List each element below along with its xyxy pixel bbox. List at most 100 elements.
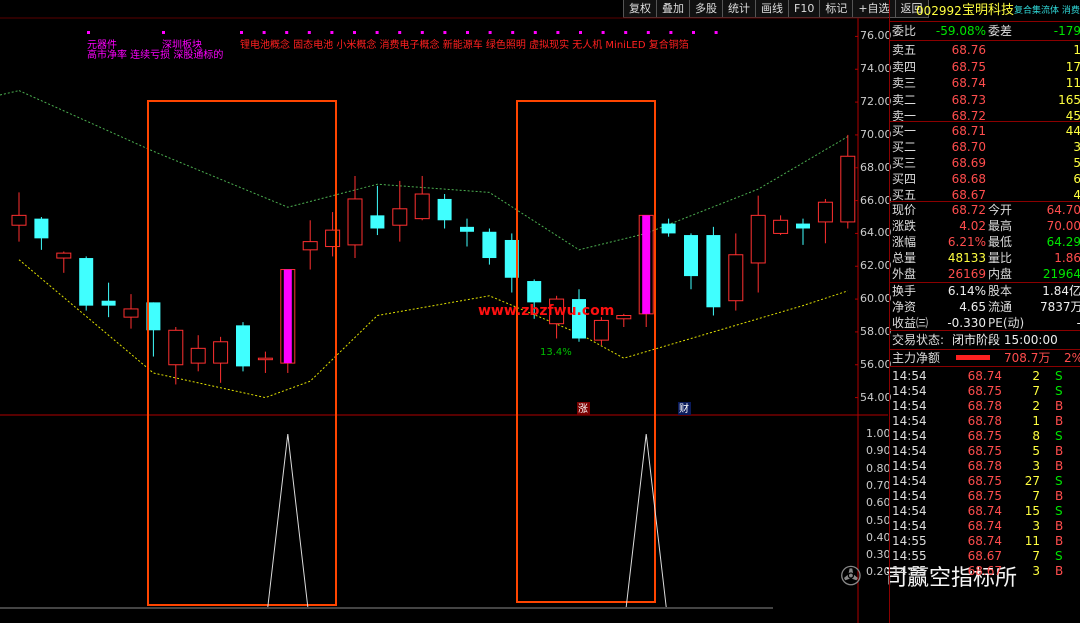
stat-row: 外盘 26169 内盘 21964 (890, 266, 1080, 282)
top-marker (511, 31, 515, 34)
stat-value: 1.86 (1054, 251, 1080, 265)
candle (101, 300, 116, 306)
stock-tag: 复合集流体 消费 (1014, 6, 1080, 16)
trade-side: S (1055, 429, 1063, 443)
top-marker (601, 31, 605, 34)
candle (370, 215, 385, 229)
ask-row: 卖四 68.75 17 (890, 59, 1080, 75)
bid-label: 买一 (892, 124, 917, 138)
trade-side: B (1055, 519, 1064, 533)
trade-row: 14:55 68.74 11 B (890, 533, 1080, 549)
trade-qty: 15 (1024, 504, 1040, 518)
stat-label: 净资 (892, 300, 917, 314)
top-marker (579, 31, 582, 34)
price-tick: 68.00 (860, 160, 892, 174)
trade-side: B (1055, 399, 1064, 413)
candle (527, 281, 542, 303)
trade-time: 14:54 (892, 369, 927, 383)
candle (392, 208, 408, 226)
candle (593, 319, 609, 341)
top-marker (420, 31, 424, 34)
candle (414, 193, 430, 220)
trade-qty: 8 (1032, 429, 1040, 443)
top-marker (375, 31, 379, 34)
indicator-tick: 1.00 (866, 427, 891, 440)
stat-value: 64.70 (1046, 203, 1080, 217)
bid-vol: 5 (1073, 156, 1080, 170)
candle (79, 258, 94, 306)
sep (890, 121, 1080, 122)
stat-row: 涨跌 4.02 最高 70.00 (890, 218, 1080, 234)
trade-row: 14:54 68.75 8 S (890, 428, 1080, 444)
trade-time: 14:55 (892, 564, 927, 578)
concept-tags-2: 高市净率 连续亏损 深股通标的 (87, 50, 224, 61)
candle (190, 347, 206, 364)
stat-label: 现价 (892, 203, 917, 217)
trade-side: B (1055, 459, 1064, 473)
trade-row: 14:55 68.67 7 S (890, 548, 1080, 564)
trade-price: 68.75 (967, 489, 1002, 503)
top-marker (669, 31, 673, 34)
top-marker (533, 31, 537, 34)
trade-price: 68.75 (967, 474, 1002, 488)
price-tick: 62.00 (860, 259, 892, 273)
candle (302, 241, 318, 251)
indicator-peak (267, 433, 309, 608)
bid-vol: 44 (1065, 124, 1080, 138)
bid-price: 68.71 (951, 124, 986, 138)
trade-time: 14:54 (892, 489, 927, 503)
trade-qty: 2 (1032, 399, 1040, 413)
bid-row: 买一 68.71 44 (890, 123, 1080, 139)
lower-band (18, 259, 848, 399)
stock-header: 002992 宝明科技 复合集流体 消费 (890, 2, 1080, 20)
candle (616, 315, 632, 320)
stat2-row: 净资 4.65 流通 7837万 (890, 299, 1080, 315)
bid-row: 买二 68.70 3 (890, 139, 1080, 155)
quote-panel: 002992 宝明科技 复合集流体 消费 委比 -59.08% 委差 -179 卖五 68.76… (889, 0, 1080, 623)
candle (750, 214, 766, 264)
candle (168, 329, 184, 366)
trade-qty: 7 (1032, 489, 1040, 503)
stat-label: 流通 (988, 300, 1013, 314)
sep (890, 40, 1080, 41)
price-tick: 72.00 (860, 95, 892, 109)
watermark-url: www.zbzfwu.com (478, 303, 614, 319)
stat-value: 48133 (947, 251, 986, 265)
trade-row: 14:54 68.74 2 S (890, 368, 1080, 384)
stat-row: 涨幅 6.21% 最低 64.29 (890, 234, 1080, 250)
pct-label: 13.4% (540, 347, 572, 358)
trade-row: 14:54 68.75 5 B (890, 443, 1080, 459)
candle (236, 325, 250, 367)
wechat-icon: ✇ (840, 562, 862, 592)
trade-price: 68.74 (967, 369, 1002, 383)
top-marker (262, 31, 266, 34)
candle (347, 198, 363, 246)
bid-vol: 3 (1073, 140, 1080, 154)
ask-vol: 1 (1073, 43, 1080, 57)
trade-row: 14:54 68.75 27 S (890, 473, 1080, 489)
candle (840, 155, 856, 223)
top-marker (624, 31, 628, 34)
main-net-row: 主力净额 708.7万 2% (890, 350, 1080, 366)
stat-label: 总量 (892, 251, 917, 265)
candle (437, 198, 452, 221)
top-marker (466, 31, 469, 34)
candle (257, 357, 273, 361)
webi-row: 委比 -59.08% 委差 -179 (890, 23, 1080, 39)
trade-time: 14:54 (892, 429, 927, 443)
candle (706, 235, 721, 308)
stat-value: 26169 (947, 267, 986, 281)
trade-price: 68.74 (967, 534, 1002, 548)
trade-status-label: 交易状态: (892, 333, 945, 347)
trade-time: 14:54 (892, 414, 927, 428)
trade-price: 68.74 (967, 504, 1002, 518)
price-tick: 58.00 (860, 324, 892, 338)
ask-vol: 165 (1058, 92, 1080, 107)
trade-price: 68.67 (967, 549, 1002, 563)
stat-value: 64.29 (1046, 235, 1080, 249)
stock-name: 宝明科技 (962, 3, 1015, 18)
trade-row: 14:54 68.75 7 S (890, 383, 1080, 399)
bid-row: 买三 68.69 5 (890, 155, 1080, 171)
trade-row: 14:54 68.74 3 B (890, 518, 1080, 534)
price-tick: 66.00 (860, 193, 892, 207)
